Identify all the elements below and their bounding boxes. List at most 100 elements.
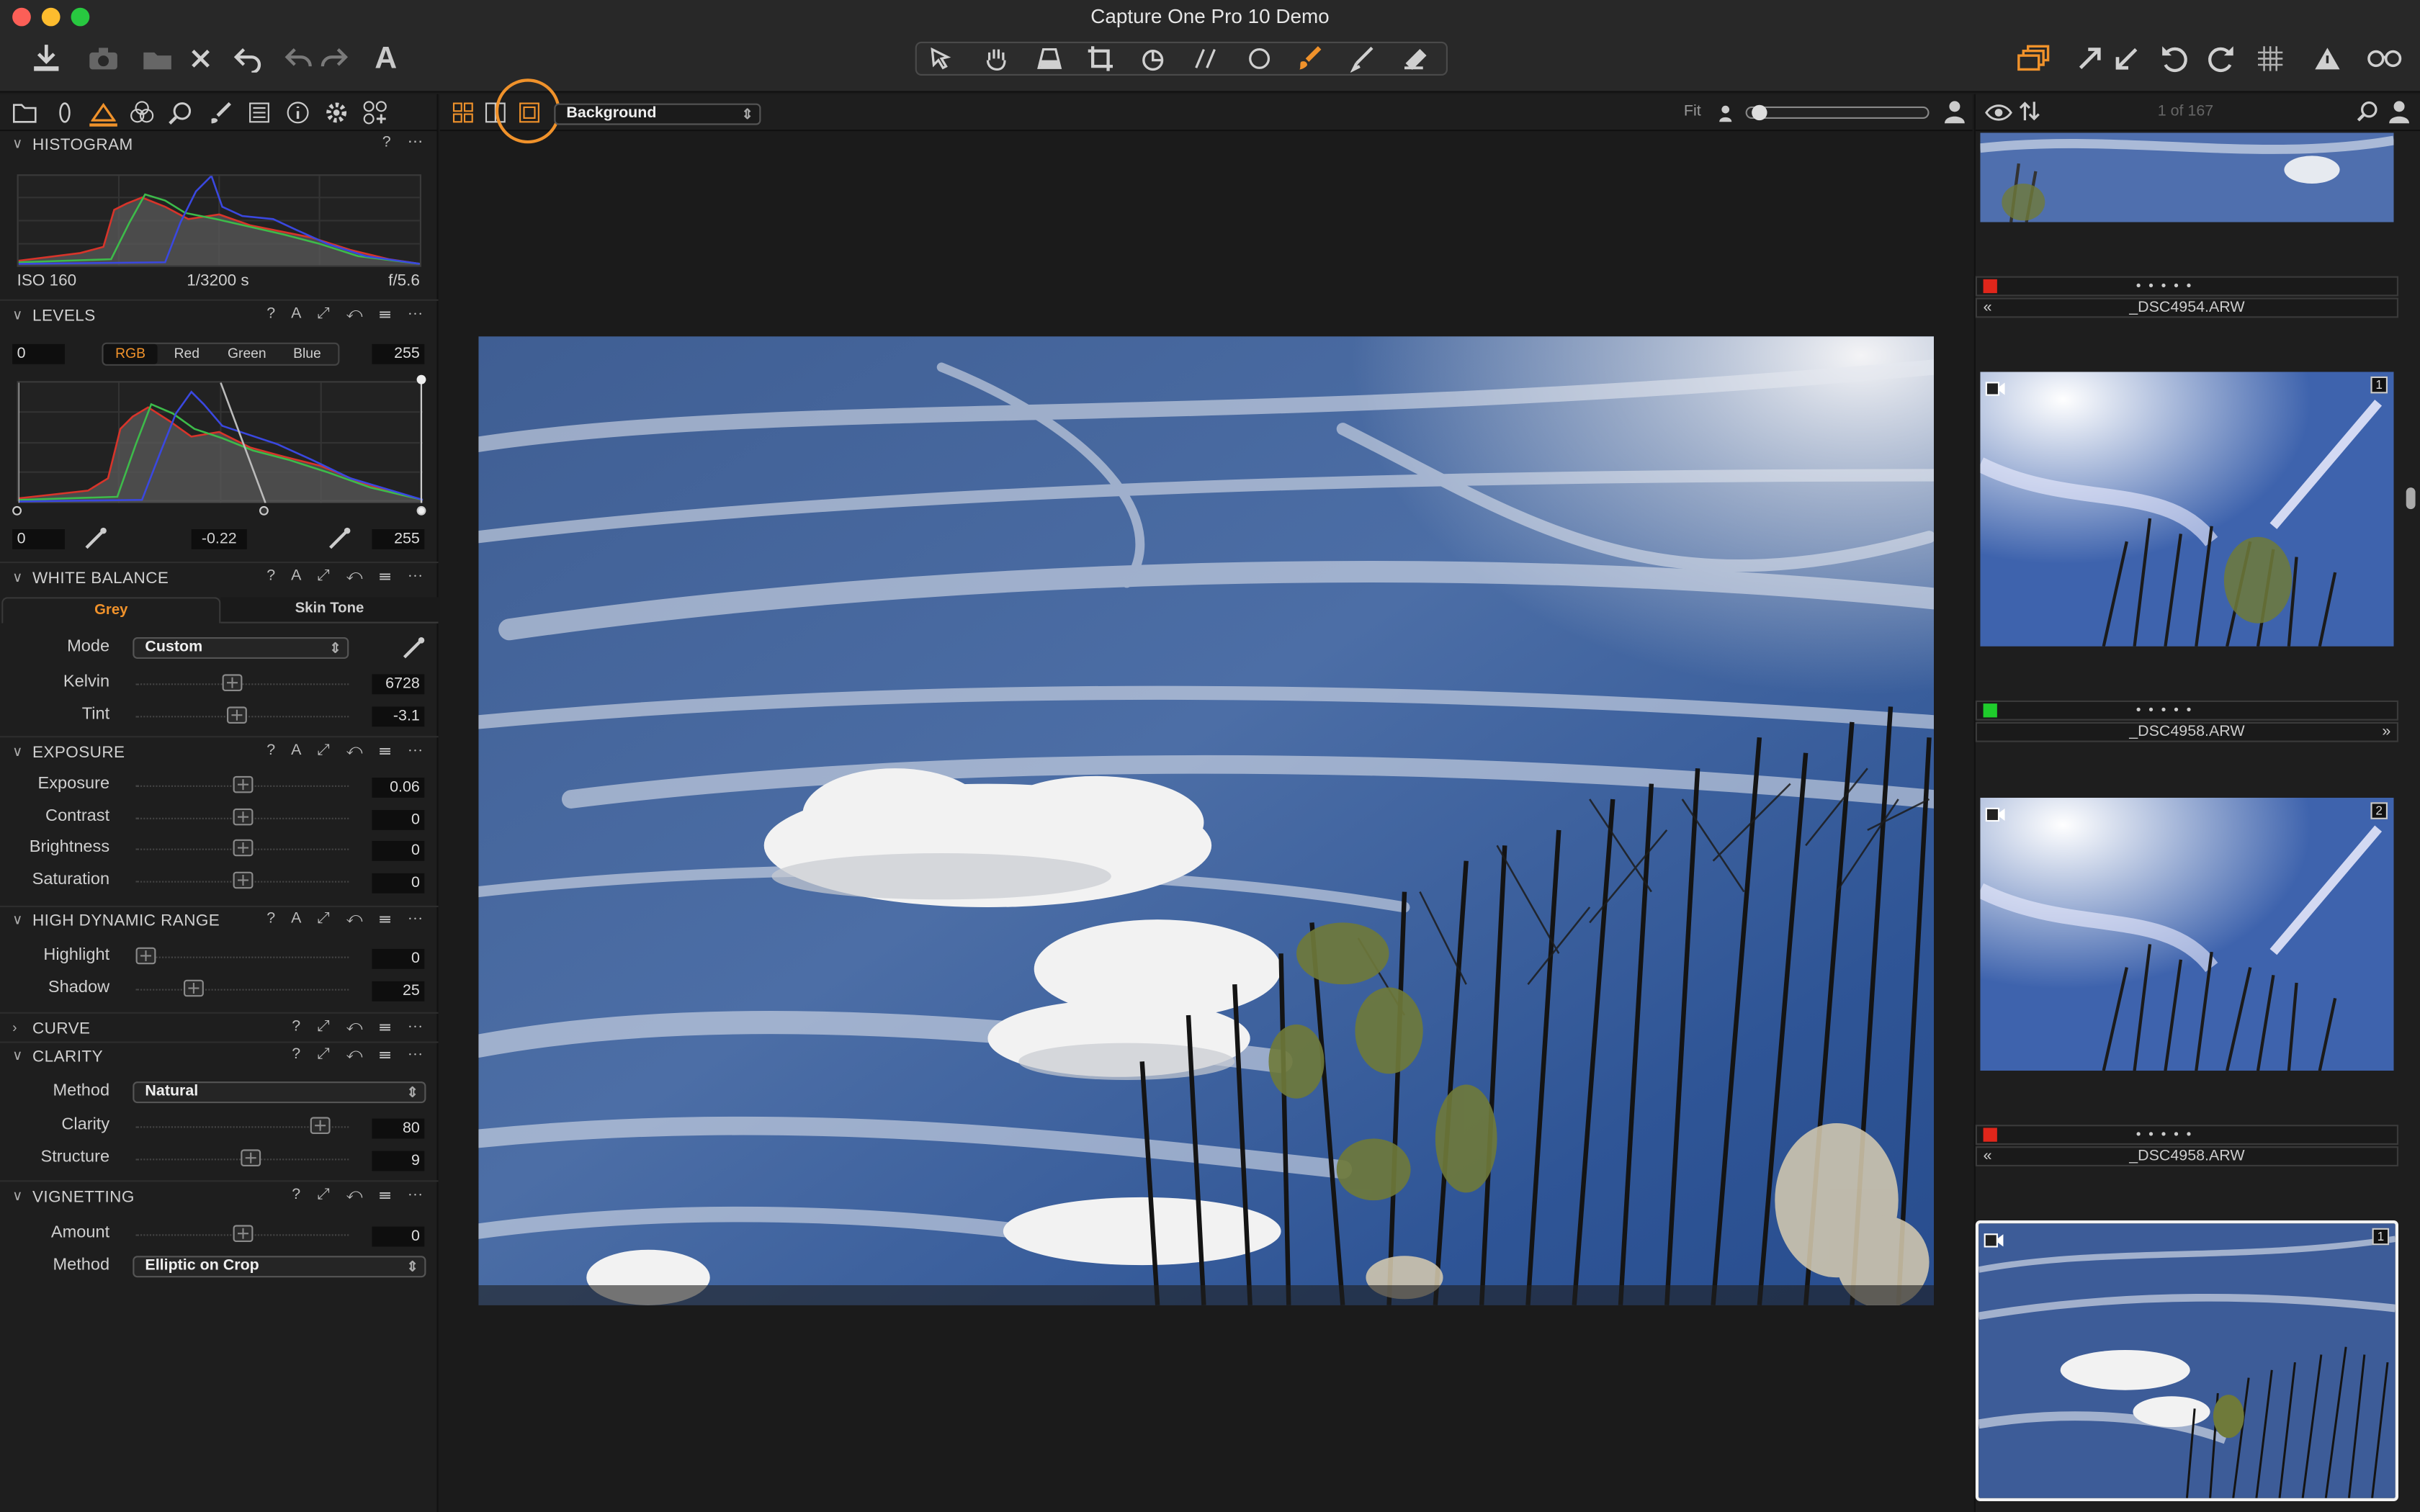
highlight-value[interactable]: 0 — [372, 948, 425, 969]
channel-rgb[interactable]: RGB — [103, 343, 158, 364]
nav-arrow[interactable]: » — [2382, 724, 2390, 741]
kelvin-value[interactable]: 6728 — [372, 674, 425, 695]
section-tools[interactable]: ? A ⤢ ↶ ☰ ⋯ — [266, 568, 429, 585]
straighten-icon[interactable] — [1187, 40, 1224, 77]
sort-icon[interactable] — [2019, 100, 2040, 130]
saturation-slider-thumb[interactable] — [232, 870, 253, 888]
rotate-icon[interactable] — [1134, 40, 1171, 77]
vignetting-amount-value[interactable]: 0 — [372, 1226, 425, 1247]
copy-icon[interactable] — [2108, 40, 2145, 77]
hdr-section-header[interactable]: ∨ HIGH DYNAMIC RANGE ? A ⤢ ↶ ☰ ⋯ — [0, 907, 439, 935]
saturation-value[interactable]: 0 — [372, 872, 425, 893]
thumbnail-image[interactable]: 2 — [1980, 797, 2394, 1071]
levels-handle-top-right[interactable] — [416, 374, 426, 384]
contrast-value[interactable]: 0 — [372, 809, 425, 829]
section-tools[interactable]: ? ⋯ — [382, 134, 429, 151]
thumbnail-image[interactable] — [1980, 132, 2394, 222]
metadata-icon[interactable] — [284, 99, 312, 127]
lens-icon[interactable] — [166, 99, 194, 127]
delete-icon[interactable] — [182, 40, 219, 77]
undo-arrow-icon[interactable] — [281, 40, 318, 77]
color-icon[interactable] — [128, 99, 156, 127]
hand-icon[interactable] — [979, 40, 1016, 77]
spot-icon[interactable] — [1241, 40, 1278, 77]
thumbnail-name-bar[interactable]: « _DSC4958.ARW — [1975, 1146, 2398, 1166]
brightness-value[interactable]: 0 — [372, 840, 425, 861]
collapse-chevron-icon[interactable]: ∨ — [12, 912, 23, 929]
fit-label[interactable]: Fit — [1684, 104, 1701, 121]
section-tools[interactable]: ? A ⤢ ↶ ☰ ⋯ — [266, 910, 429, 927]
undo-icon[interactable] — [230, 40, 266, 77]
collapse-chevron-icon[interactable]: ∨ — [12, 744, 23, 761]
levels-handle-left[interactable] — [12, 505, 22, 516]
selected-thumbnail[interactable]: 1 — [1975, 1220, 2398, 1501]
section-tools[interactable]: ? A ⤢ ↶ ☰ ⋯ — [266, 742, 429, 760]
channel-green[interactable]: Green — [216, 344, 278, 364]
levels-input-max[interactable]: 255 — [372, 343, 425, 364]
color-tag[interactable] — [1983, 279, 1997, 294]
section-tools[interactable]: ? ⤢ ↶ ☰ ⋯ — [292, 1018, 429, 1035]
batch-icon[interactable] — [139, 40, 176, 77]
kelvin-slider-thumb[interactable] — [223, 674, 243, 691]
rating-bar[interactable]: ••••• — [1975, 1125, 2398, 1145]
star-rating[interactable]: ••••• — [2136, 1126, 2199, 1141]
clarity-value[interactable]: 80 — [372, 1118, 425, 1139]
layer-select[interactable]: Background — [554, 103, 761, 125]
browser-scrollbar[interactable] — [2406, 487, 2416, 510]
capture-icon[interactable] — [51, 99, 79, 127]
eraser-icon[interactable] — [1395, 40, 1432, 77]
collapse-chevron-icon[interactable]: ∨ — [12, 570, 23, 587]
levels-section-header[interactable]: ∨ LEVELS ? A ⤢ ↶ ☰ ⋯ — [0, 302, 439, 330]
thumbnail-name-bar[interactable]: _DSC4958.ARW » — [1975, 721, 2398, 742]
highlight-slider[interactable] — [135, 956, 349, 958]
warning-icon[interactable] — [2309, 40, 2346, 77]
levels-handle-mid[interactable] — [259, 505, 269, 516]
crop-icon[interactable] — [1082, 40, 1119, 77]
wb-mode-select[interactable]: Custom — [133, 637, 349, 659]
expand-chevron-icon[interactable]: › — [12, 1020, 17, 1035]
clarity-method-select[interactable]: Natural — [133, 1081, 426, 1104]
black-picker-icon[interactable] — [84, 526, 108, 559]
collapse-chevron-icon[interactable]: ∨ — [12, 1188, 23, 1205]
wb-tab-skin-tone[interactable]: Skin Tone — [220, 597, 439, 624]
thumbnail-name-bar[interactable]: « _DSC4954.ARW — [1975, 297, 2398, 318]
library-icon[interactable] — [11, 99, 39, 127]
zoom-out-icon[interactable] — [1718, 104, 1733, 132]
multi-view-icon[interactable] — [452, 102, 474, 131]
local-icon[interactable] — [207, 99, 235, 127]
levels-graph[interactable] — [17, 381, 424, 504]
reset-icon[interactable] — [2156, 40, 2193, 77]
tint-slider-thumb[interactable] — [226, 706, 247, 724]
vignetting-method-select[interactable]: Elliptic on Crop — [133, 1256, 426, 1278]
color-tag[interactable] — [1983, 1128, 1997, 1142]
highlight-slider-thumb[interactable] — [135, 947, 156, 965]
exposure-value[interactable]: 0.06 — [372, 778, 425, 798]
rating-bar[interactable]: ••••• — [1975, 276, 2398, 297]
section-tools[interactable]: ? A ⤢ ↶ ☰ ⋯ — [266, 305, 429, 323]
levels-input-min[interactable]: 0 — [12, 343, 66, 364]
structure-value[interactable]: 9 — [372, 1150, 425, 1171]
import-icon[interactable] — [28, 40, 65, 77]
wb-picker-icon[interactable] — [401, 636, 426, 668]
eye-icon[interactable] — [1985, 102, 2013, 130]
pointer-icon[interactable] — [923, 40, 959, 77]
structure-slider-thumb[interactable] — [240, 1148, 261, 1166]
white-balance-section-header[interactable]: ∨ WHITE BALANCE ? A ⤢ ↶ ☰ ⋯ — [0, 564, 439, 593]
white-picker-icon[interactable] — [327, 526, 351, 559]
curve-section-header[interactable]: › CURVE ? ⤢ ↶ ☰ ⋯ — [0, 1015, 439, 1043]
rating-bar[interactable]: ••••• — [1975, 700, 2398, 721]
levels-output-max[interactable]: 255 — [372, 529, 425, 549]
brush-icon[interactable] — [1292, 40, 1329, 77]
clarity-section-header[interactable]: ∨ CLARITY ? ⤢ ↶ ☰ ⋯ — [0, 1043, 439, 1071]
tint-value[interactable]: -3.1 — [372, 706, 425, 727]
glasses-icon[interactable] — [2366, 40, 2403, 77]
brightness-slider-thumb[interactable] — [232, 839, 253, 857]
collapse-chevron-icon[interactable]: ∨ — [12, 136, 23, 153]
user-filter-icon[interactable] — [2389, 100, 2409, 131]
exposure-section-header[interactable]: ∨ EXPOSURE ? A ⤢ ↶ ☰ ⋯ — [0, 739, 439, 767]
zoom-in-icon[interactable] — [1945, 100, 1965, 131]
collapse-chevron-icon[interactable]: ∨ — [12, 1048, 23, 1065]
histogram-section-header[interactable]: ∨ HISTOGRAM ? ⋯ — [0, 131, 439, 159]
levels-output-min[interactable]: 0 — [12, 529, 66, 549]
settings-icon[interactable] — [323, 99, 351, 127]
